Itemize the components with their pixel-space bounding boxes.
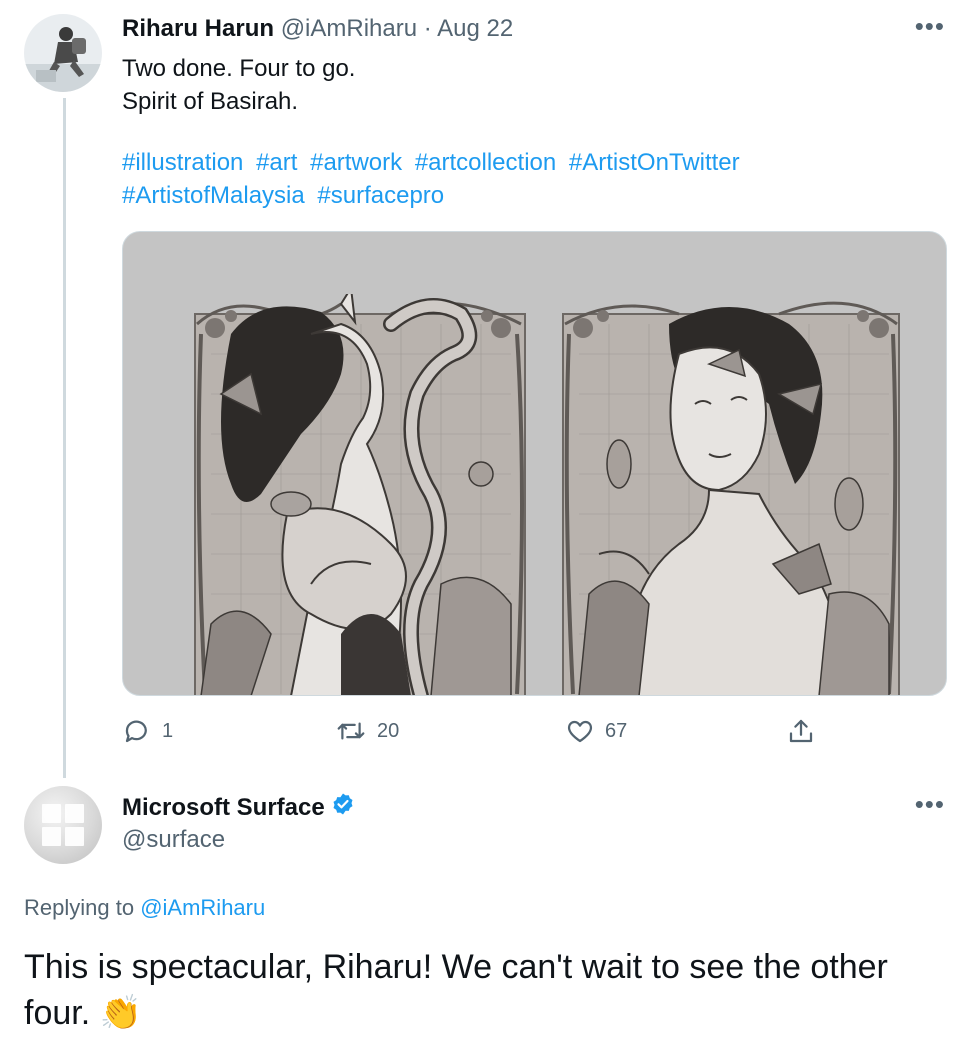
share-upload-icon xyxy=(786,716,816,746)
tweet1-text: Two done. Four to go. Spirit of Basirah. xyxy=(122,52,355,118)
hashtag-link[interactable]: #artcollection xyxy=(415,149,556,176)
replying-to-line: Replying to @iAmRiharu xyxy=(24,893,265,923)
tweet1-more-options-button[interactable]: ••• xyxy=(915,13,945,39)
tweet1-hashtags: #illustration #art #artwork #artcollecti… xyxy=(122,146,942,212)
tweet2-author-name[interactable]: Microsoft Surface xyxy=(122,793,325,823)
hashtag-link[interactable]: #illustration xyxy=(122,149,243,176)
retweet-arrows-icon xyxy=(335,716,367,746)
retweet-button[interactable]: 20 xyxy=(335,716,399,746)
tweet1-author-name[interactable]: Riharu Harun xyxy=(122,15,274,42)
like-count: 67 xyxy=(605,719,628,742)
heart-icon xyxy=(565,716,595,746)
reply-button[interactable]: 1 xyxy=(122,716,173,746)
microsoft-surface-avatar[interactable] xyxy=(24,786,102,864)
tweet1-text-line: Spirit of Basirah. xyxy=(122,88,299,115)
tweet1-author-handle[interactable]: @iAmRiharu xyxy=(281,15,417,42)
tweet1-action-bar: 1 20 67 xyxy=(122,716,822,752)
like-button[interactable]: 67 xyxy=(565,716,627,746)
hashtag-link[interactable]: #art xyxy=(256,149,297,176)
hashtag-link[interactable]: #ArtistOnTwitter xyxy=(569,149,740,176)
tweet2-more-options-button[interactable]: ••• xyxy=(915,791,945,817)
tweet1-media-image[interactable] xyxy=(122,231,947,696)
tweet2-author-handle[interactable]: @surface xyxy=(122,825,225,855)
windows-logo-icon xyxy=(42,804,84,846)
tweet2-author: Microsoft Surface xyxy=(122,792,355,824)
retweet-count: 20 xyxy=(377,719,400,742)
reply-count: 1 xyxy=(162,719,174,742)
artwork-panel-right xyxy=(559,294,903,695)
speech-bubble-icon xyxy=(122,716,152,746)
share-button[interactable] xyxy=(786,716,816,746)
tweet2-text: This is spectacular, Riharu! We can't wa… xyxy=(24,948,888,1032)
header-separator: · xyxy=(423,15,432,42)
verified-badge-icon xyxy=(331,792,355,824)
hashtag-link[interactable]: #ArtistofMalaysia xyxy=(122,182,305,209)
hashtag-link[interactable]: #artwork xyxy=(310,149,402,176)
tweet1-date[interactable]: Aug 22 xyxy=(437,15,513,42)
riharu-avatar[interactable] xyxy=(24,14,102,92)
tweet1-text-line: Two done. Four to go. xyxy=(122,55,356,82)
artwork-panel-left xyxy=(191,285,531,695)
replying-to-prefix: Replying to xyxy=(24,895,135,920)
thread-connector-line xyxy=(63,98,66,778)
tweet1-header: Riharu Harun @iAmRiharu · Aug 22 xyxy=(122,14,513,44)
hashtag-link[interactable]: #surfacepro xyxy=(317,182,444,209)
replying-to-mention-link[interactable]: @iAmRiharu xyxy=(140,895,265,920)
